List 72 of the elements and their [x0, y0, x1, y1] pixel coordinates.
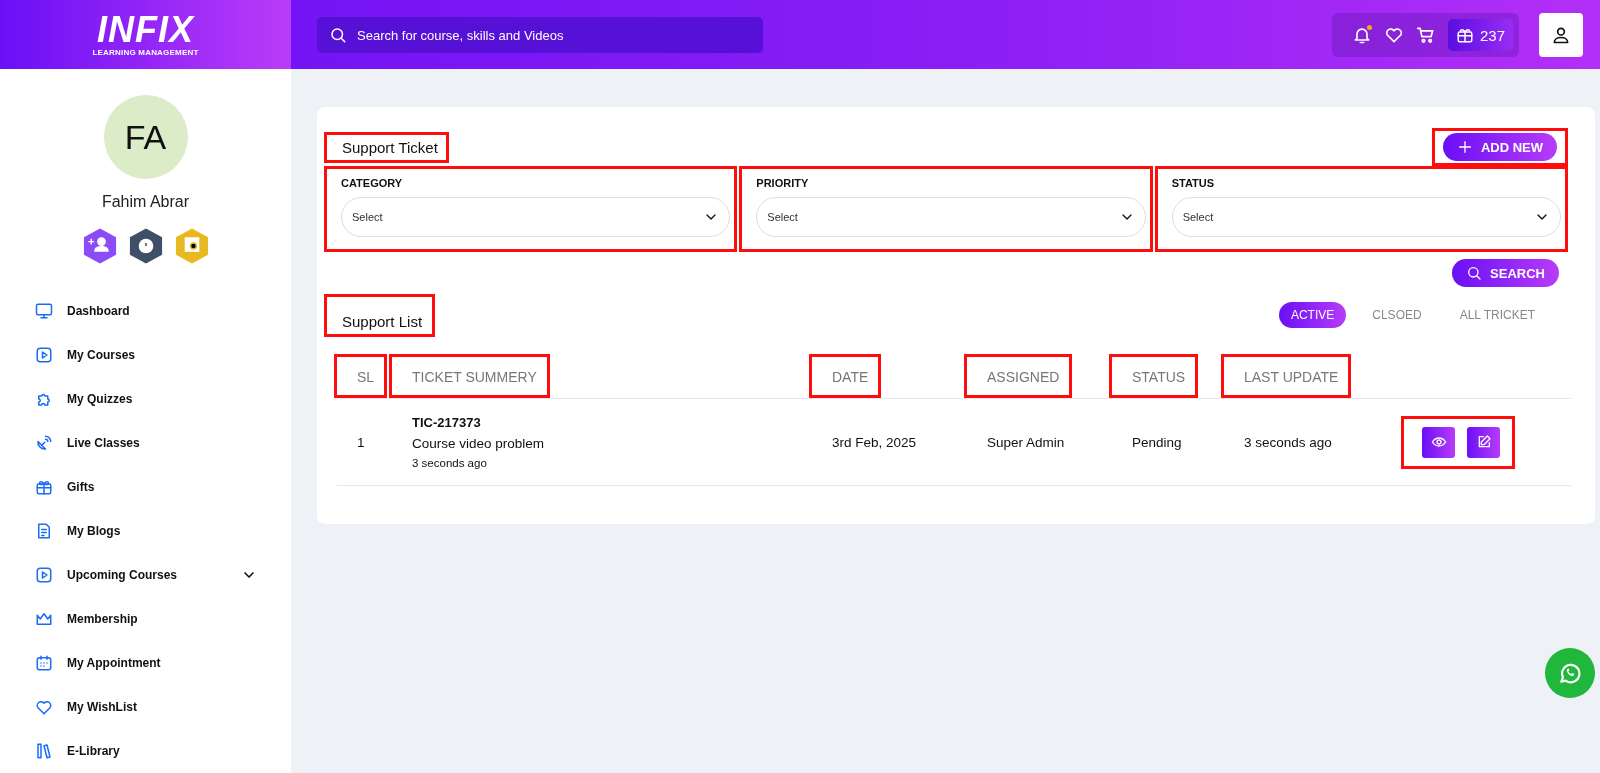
calendar-icon [35, 654, 53, 672]
play-icon [35, 566, 53, 584]
monitor-icon [35, 302, 53, 320]
column-header: SL [337, 357, 385, 395]
sidebar-item[interactable]: Dashboard [35, 289, 257, 333]
select-dropdown[interactable]: Select [341, 197, 731, 237]
filter-tab[interactable]: ALL TRICKET [1447, 302, 1547, 328]
section-title: Support List [327, 297, 433, 334]
sidebar-item[interactable]: E-Library [35, 729, 257, 773]
column-header: DATE [812, 357, 879, 395]
search-field[interactable]: Search for course, skills and Videos [355, 26, 751, 44]
sidebar-item[interactable]: My Blogs [35, 509, 257, 553]
ticket-summary: Course video problem [412, 436, 546, 451]
search-button[interactable]: SEARCH [1452, 259, 1559, 287]
created-time: 3 seconds ago [412, 457, 488, 469]
select-dropdown[interactable]: Select [1171, 197, 1561, 237]
search-bar[interactable]: Search for course, skills and Videos [317, 17, 763, 53]
column-header: ASSIGNED [967, 357, 1070, 395]
table-cell: 3rd Feb, 2025 [832, 434, 917, 450]
sidebar-item[interactable]: My WishList [35, 685, 257, 729]
books-icon [35, 742, 53, 760]
certificate-badge-icon [173, 227, 210, 265]
sidebar-item[interactable]: Upcoming Courses [35, 553, 257, 597]
avatar: FA [103, 95, 188, 179]
heart-icon [1383, 25, 1404, 45]
table-cell: Super Admin [987, 434, 1065, 450]
view-button[interactable] [1422, 426, 1455, 458]
user-name: Fahim Abrar [101, 193, 190, 211]
filter-label: STATUS [1171, 177, 1216, 189]
sidebar-item[interactable]: Gifts [35, 465, 257, 509]
user-badge-icon [81, 227, 118, 265]
filter-tab[interactable]: CLSOED [1360, 302, 1434, 328]
cart-icon [1415, 25, 1436, 45]
gift-icon [35, 478, 53, 496]
sidebar-item[interactable]: Live Classes [35, 421, 257, 465]
cart-button[interactable] [1415, 25, 1436, 45]
filter-label: PRIORITY [756, 177, 810, 189]
select-dropdown[interactable]: Select [756, 197, 1146, 237]
sidebar-item[interactable]: Membership [35, 597, 257, 641]
section-title: Support Ticket [327, 134, 446, 160]
search-icon [1466, 265, 1483, 281]
table-cell: 1 [357, 434, 365, 450]
gift-icon [1455, 26, 1474, 44]
logo[interactable]: INFIX [97, 12, 194, 48]
ticket-id: TIC-217373 [412, 415, 482, 430]
document-icon [35, 522, 53, 540]
search-icon [329, 26, 347, 44]
sidebar-item[interactable]: My Courses [35, 333, 257, 377]
sidebar-item[interactable]: My Appointment [35, 641, 257, 685]
wishlist-button[interactable] [1383, 25, 1404, 45]
chat-button[interactable] [1545, 648, 1595, 698]
satellite-dish-icon [35, 434, 53, 452]
user-icon [1551, 25, 1571, 45]
add-new-button[interactable]: ADD NEW [1442, 133, 1557, 161]
column-header: TICKET SUMMERY [392, 357, 547, 395]
edit-button[interactable] [1467, 426, 1500, 458]
filter-label: CATEGORY [341, 177, 404, 189]
column-header: LAST UPDATE [1224, 357, 1349, 395]
table-cell: Pending [1132, 434, 1182, 450]
points-button[interactable]: 237 [1447, 19, 1513, 51]
heart-icon [35, 698, 53, 716]
eye-icon [1430, 434, 1447, 450]
table-cell: 3 seconds ago [1244, 434, 1332, 450]
play-icon [35, 346, 53, 364]
sidebar-item[interactable]: My Quizzes [35, 377, 257, 421]
plus-icon [1456, 139, 1473, 155]
column-header: STATUS [1112, 357, 1196, 395]
filter-tab[interactable]: ACTIVE [1278, 302, 1347, 328]
profile-button[interactable] [1539, 13, 1583, 57]
crown-icon [35, 610, 53, 628]
logo-subtitle: LEARNING MANAGEMENT [92, 48, 199, 57]
stopwatch-badge-icon [127, 227, 164, 265]
